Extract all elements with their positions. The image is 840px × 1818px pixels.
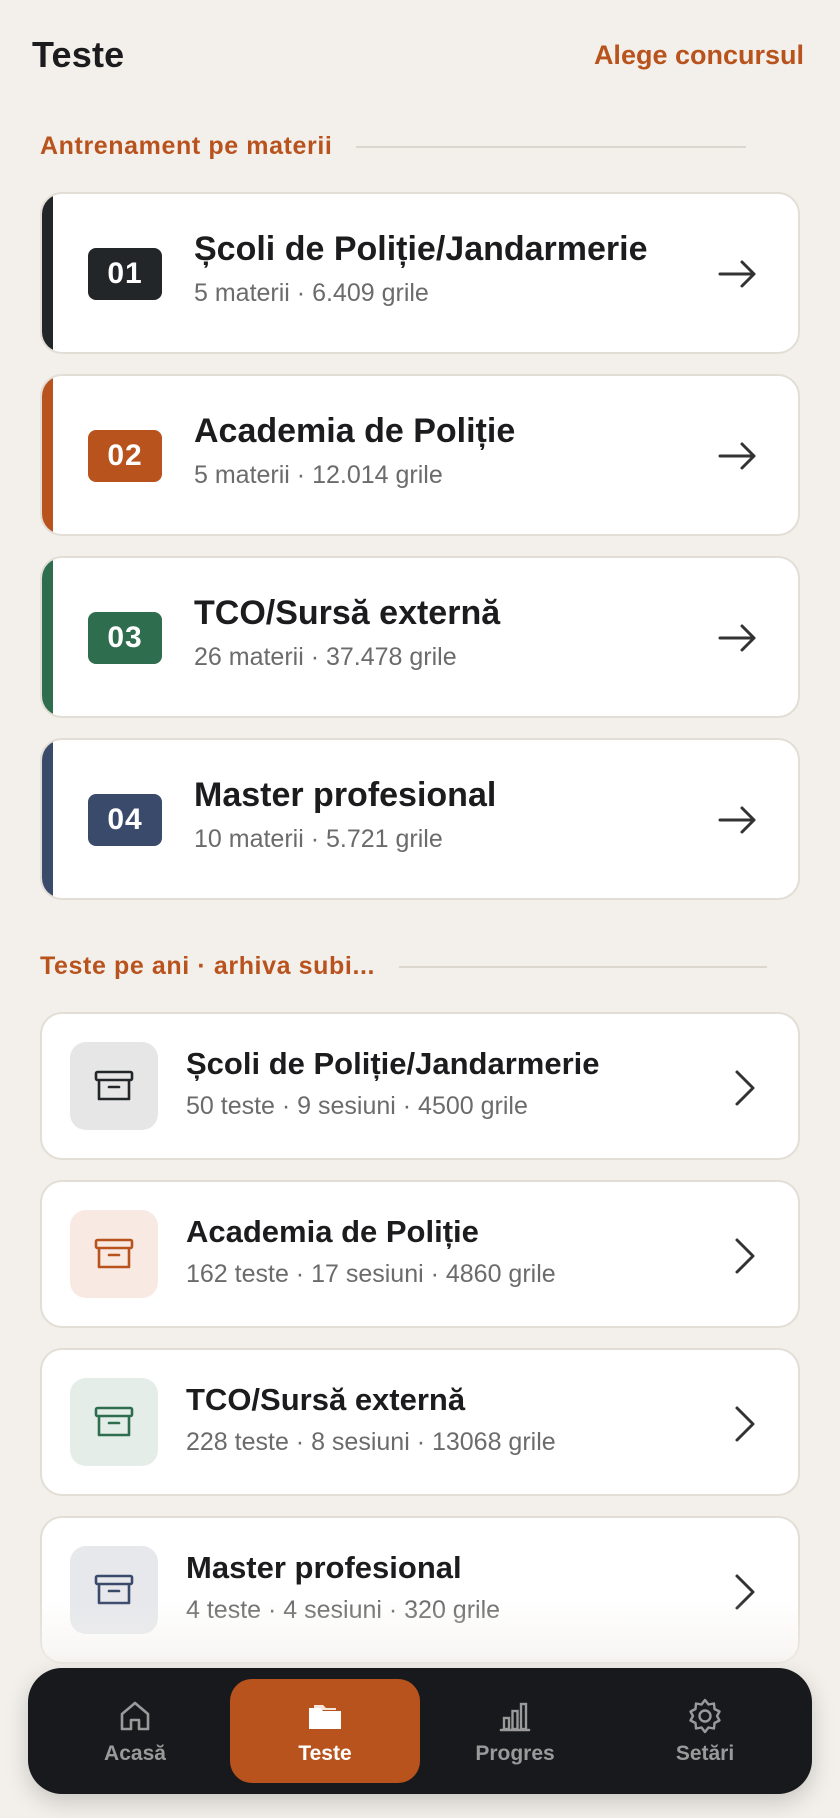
training-card[interactable]: 03 TCO/Sursă externă 26 materii · 37.478 g… [40,556,800,718]
card-texts: TCO/Sursă externă 228 teste · 8 sesiuni ·… [186,1382,698,1457]
archive-card[interactable]: Școli de Poliție/Jandarmerie 50 teste · 9… [40,1012,800,1160]
tab-progress-label: Progres [475,1742,555,1765]
tab-settings[interactable]: Setări [610,1679,800,1783]
archive-icon-box [70,1042,158,1130]
card-accent-bar [42,740,53,898]
card-title: Academia de Poliție [194,412,516,450]
choose-contest-link[interactable]: Alege concursul [594,40,804,71]
home-icon [120,1701,150,1731]
card-meta: 26 materii · 37.478 grile [194,643,457,671]
card-title: Școli de Poliție/Jandarmerie [194,230,648,268]
card-number-badge: 01 [88,248,162,300]
card-meta: 5 materii · 12.014 grile [194,461,443,489]
tab-home-label: Acasă [104,1742,166,1765]
top-header: Teste Alege concursul [32,30,804,80]
chevron-right-icon [735,1238,755,1274]
card-accent-bar [42,376,53,534]
training-section-label: Antrenament pe materii [40,132,333,160]
card-texts: Master profesional 10 materii · 5.721 gri… [194,776,688,854]
archive-box-icon [94,1070,134,1101]
training-card[interactable]: 02 Academia de Poliție 5 materii · 12.014 … [40,374,800,536]
card-meta: 10 materii · 5.721 grile [194,825,443,853]
tab-home[interactable]: Acasă [40,1679,230,1783]
chevron-right-icon [735,1070,755,1106]
arrow-right-icon [718,442,756,470]
card-meta: 228 teste · 8 sesiuni · 13068 grile [186,1428,556,1456]
training-section-header: Antrenament pe materii [40,132,747,161]
card-title: Academia de Poliție [186,1214,479,1249]
card-title: Școli de Poliție/Jandarmerie [186,1046,600,1081]
archive-icon-box [70,1378,158,1466]
tab-tests-label: Teste [298,1742,352,1765]
card-meta: 50 teste · 9 sesiuni · 4500 grile [186,1092,528,1120]
archive-icon-box [70,1210,158,1298]
card-texts: TCO/Sursă externă 26 materii · 37.478 gri… [194,594,688,672]
card-number-badge: 02 [88,430,162,482]
gear-icon [689,1698,721,1734]
arrow-right-icon [718,260,756,288]
card-texts: Academia de Poliție 162 teste · 17 sesiun… [186,1214,698,1289]
chevron-right-icon [735,1406,755,1442]
card-texts: Școli de Poliție/Jandarmerie 5 materii · … [194,230,688,308]
training-card[interactable]: 04 Master profesional 10 materii · 5.721 g… [40,738,800,900]
tab-tests[interactable]: Teste [230,1679,420,1783]
archive-box-icon [94,1238,134,1269]
card-title: Master profesional [186,1550,462,1585]
card-texts: Academia de Poliție 5 materii · 12.014 gr… [194,412,688,490]
card-accent-bar [42,558,53,716]
tab-progress[interactable]: Progres [420,1679,610,1783]
archive-card[interactable]: TCO/Sursă externă 228 teste · 8 sesiuni ·… [40,1348,800,1496]
card-accent-bar [42,194,53,352]
card-texts: Școli de Poliție/Jandarmerie 50 teste · 9… [186,1046,698,1121]
page-title: Teste [32,34,125,75]
section-divider [399,965,768,968]
bar-chart-icon [499,1702,531,1732]
tests-screen: Teste Alege concursul Antrenament pe mat… [0,0,840,1818]
archive-box-icon [94,1406,134,1437]
card-meta: 162 teste · 17 sesiuni · 4860 grile [186,1260,556,1288]
tab-settings-label: Setări [675,1742,735,1765]
archive-card[interactable]: Academia de Poliție 162 teste · 17 sesiun… [40,1180,800,1328]
card-title: TCO/Sursă externă [186,1382,466,1417]
folder-icon [309,1705,341,1729]
card-title: Master profesional [194,776,497,814]
training-card[interactable]: 01 Școli de Poliție/Jandarmerie 5 materii … [40,192,800,354]
bottom-tab-bar: Acasă Teste Progres Setări [28,1668,812,1794]
card-number-badge: 04 [88,794,162,846]
card-number-badge: 03 [88,612,162,664]
arrow-right-icon [718,806,756,834]
card-title: TCO/Sursă externă [194,594,501,632]
card-meta: 5 materii · 6.409 grile [194,279,429,307]
archive-section-header: Teste pe ani · arhiva subi... [40,952,768,981]
section-divider [356,145,747,148]
archive-section-label: Teste pe ani · arhiva subi... [40,952,376,980]
arrow-right-icon [718,624,756,652]
